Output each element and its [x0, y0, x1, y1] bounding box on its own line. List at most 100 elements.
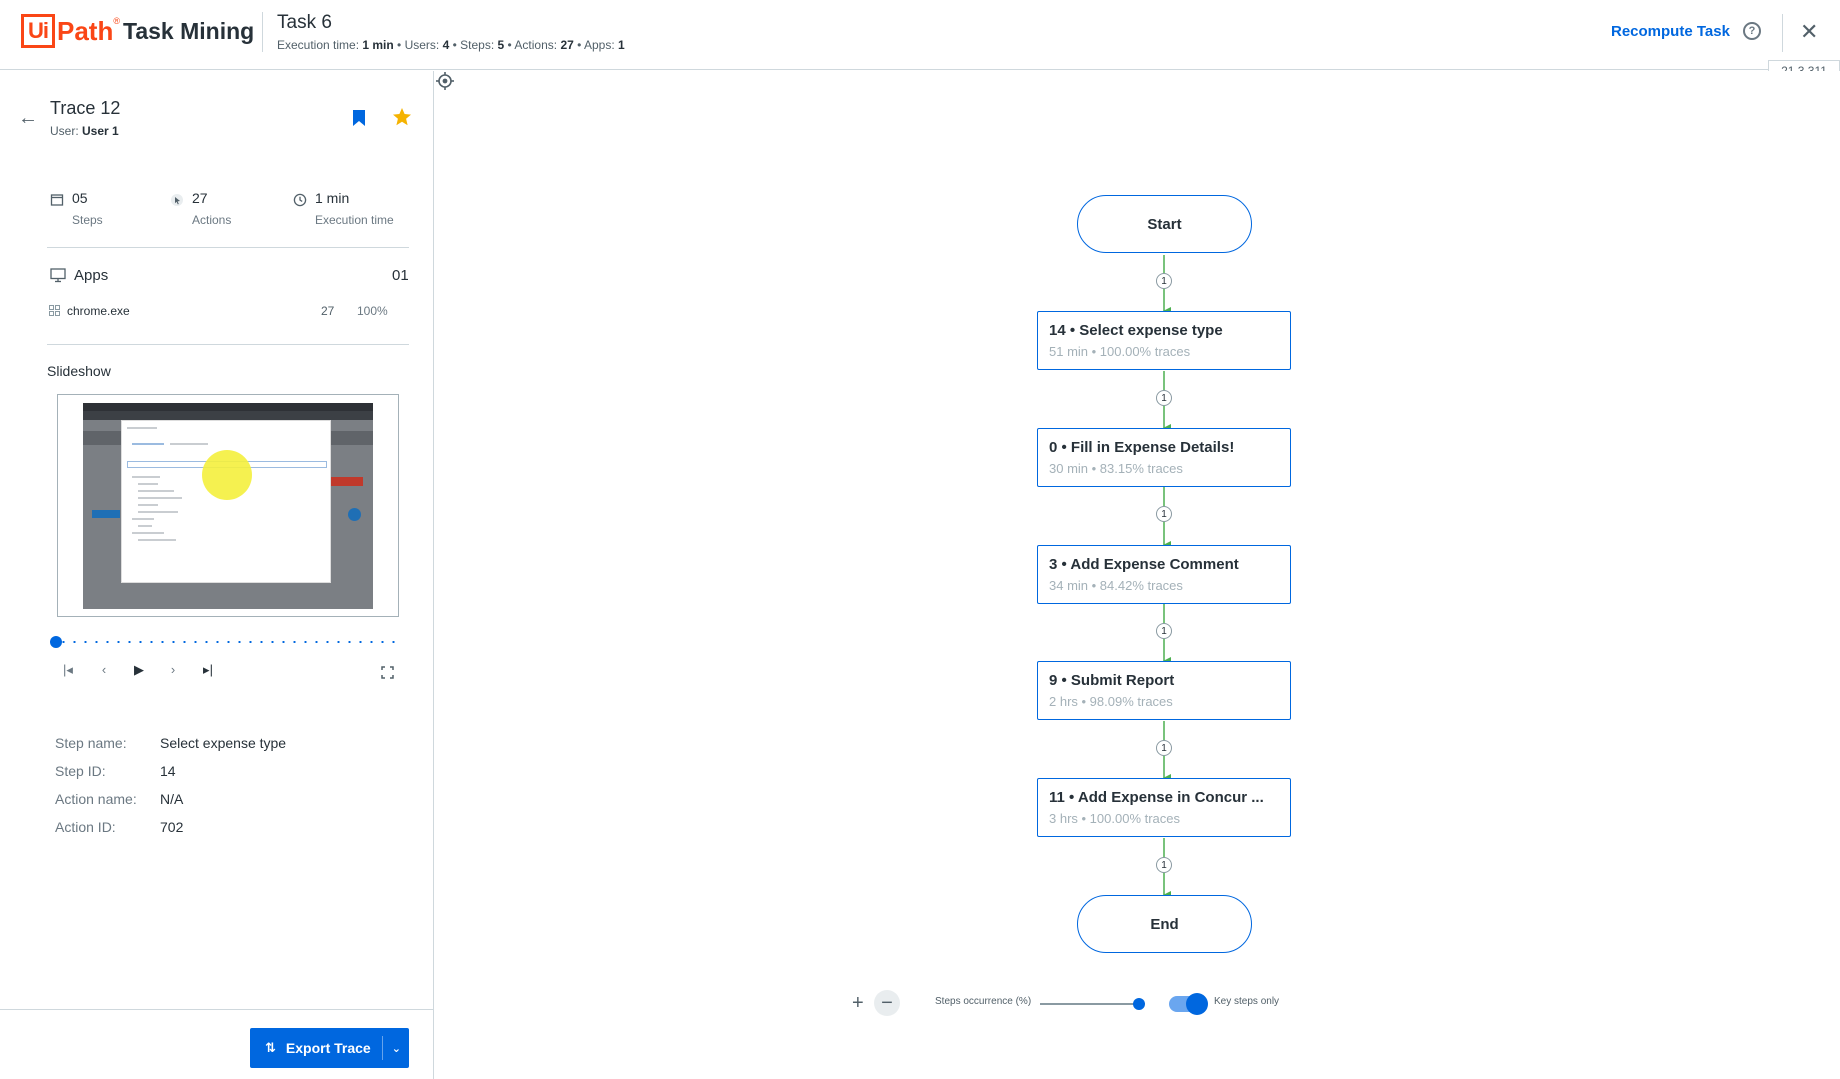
key-steps-toggle[interactable] [1169, 993, 1208, 1015]
shot-urlbar [83, 411, 373, 420]
detail-value: 702 [160, 819, 184, 835]
detail-key: Step name: [55, 735, 127, 751]
end-node[interactable]: End [1077, 895, 1252, 953]
meta-steps-label: • Steps: [449, 38, 498, 52]
step-node-title: 11 • Add Expense in Concur ... [1049, 789, 1264, 806]
detail-value: Select expense type [160, 735, 287, 751]
monitor-icon [50, 268, 66, 283]
step-node-subtitle: 2 hrs • 98.09% traces [1049, 694, 1173, 709]
shot-line [132, 443, 164, 445]
detail-key: Step ID: [55, 763, 106, 779]
shot-dialog [121, 420, 331, 583]
step-node-title: 3 • Add Expense Comment [1049, 556, 1239, 573]
export-trace-button[interactable]: ⇅ Export Trace ⌄ [250, 1028, 409, 1068]
toggle-knob [1186, 993, 1208, 1015]
last-slide-icon[interactable]: ▸| [198, 662, 218, 678]
shot-red-button [330, 477, 363, 486]
shot-line [132, 518, 154, 520]
shot-line [127, 427, 157, 429]
slideshow-scrubber[interactable] [50, 636, 406, 648]
window-icon [50, 194, 64, 206]
zoom-in-button[interactable]: + [852, 992, 864, 1015]
task-title: Task 6 [277, 12, 332, 33]
detail-key: Action name: [55, 791, 137, 807]
click-highlight [202, 450, 252, 500]
scrubber-handle[interactable] [50, 636, 62, 648]
shot-line [138, 504, 158, 506]
star-icon[interactable] [392, 107, 412, 127]
logo-ui-box: Ui [21, 14, 55, 48]
slideshow-screenshot [83, 403, 373, 609]
app-header: Ui Path ® Task Mining Task 6 Execution t… [0, 0, 1840, 70]
bookmark-icon[interactable] [352, 109, 366, 127]
app-count: 27 [321, 304, 335, 318]
shot-blue-button [92, 510, 120, 518]
step-node-subtitle: 3 hrs • 100.00% traces [1049, 811, 1181, 826]
edge-count-label: 1 [1156, 857, 1172, 873]
close-icon[interactable]: ✕ [1800, 20, 1818, 44]
step-node-title: 9 • Submit Report [1049, 672, 1175, 689]
app-row: chrome.exe 27 100% [49, 304, 399, 320]
process-flow-canvas[interactable]: Start 14 • Select expense type 51 min • … [435, 71, 1840, 1079]
step-node-subtitle: 51 min • 100.00% traces [1049, 344, 1191, 359]
next-slide-icon[interactable]: › [163, 662, 183, 677]
app-percent: 100% [357, 304, 388, 318]
steps-occurrence-slider[interactable] [1040, 1003, 1137, 1005]
stat-actions-label: Actions [192, 213, 232, 227]
recompute-task-button[interactable]: Recompute Task [1611, 23, 1730, 40]
uipath-logo[interactable]: Ui Path ® Task Mining [21, 14, 254, 48]
scrubber-dots [58, 641, 403, 643]
step-node-title: 0 • Fill in Expense Details! [1049, 439, 1235, 456]
trace-user-label: User: [50, 124, 83, 138]
slideshow-frame[interactable] [57, 394, 399, 617]
step-node-subtitle: 30 min • 83.15% traces [1049, 461, 1183, 476]
shot-line [138, 490, 174, 492]
step-node[interactable]: 14 • Select expense type 51 min • 100.00… [1037, 311, 1291, 370]
shot-line [138, 525, 152, 527]
edge-count-label: 1 [1156, 506, 1172, 522]
stat-steps-value: 05 [72, 190, 88, 206]
header-divider [262, 12, 263, 52]
footer-divider [0, 1009, 434, 1010]
step-node[interactable]: 3 • Add Expense Comment 34 min • 84.42% … [1037, 545, 1291, 604]
shot-titlebar [83, 403, 373, 411]
start-node[interactable]: Start [1077, 195, 1252, 253]
edge-count-label: 1 [1156, 390, 1172, 406]
meta-apps-value: 1 [618, 38, 625, 52]
play-icon[interactable]: ▶ [129, 662, 149, 678]
step-node[interactable]: 0 • Fill in Expense Details! 30 min • 83… [1037, 428, 1291, 487]
recenter-icon[interactable] [435, 71, 455, 91]
meta-exec-value: 1 min [362, 38, 394, 52]
app-grid-icon [49, 305, 60, 316]
chevron-down-icon[interactable]: ⌄ [392, 1042, 401, 1055]
back-arrow-icon[interactable]: ← [18, 107, 38, 130]
export-icon: ⇅ [265, 1040, 276, 1055]
detail-value: 14 [160, 763, 176, 779]
steps-occurrence-label: Steps occurrence (%) [935, 996, 1032, 1007]
stat-actions-value: 27 [192, 190, 208, 206]
logo-registered-mark: ® [113, 16, 120, 26]
key-steps-label: Key steps only [1214, 996, 1280, 1007]
shot-line [138, 511, 178, 513]
fullscreen-icon[interactable] [381, 666, 394, 679]
help-icon[interactable]: ? [1743, 22, 1761, 40]
first-slide-icon[interactable]: |◂ [58, 662, 78, 678]
trace-title: Trace 12 [50, 98, 121, 118]
step-node[interactable]: 9 • Submit Report 2 hrs • 98.09% traces [1037, 661, 1291, 720]
step-node[interactable]: 11 • Add Expense in Concur ... 3 hrs • 1… [1037, 778, 1291, 837]
click-icon [171, 194, 183, 206]
apps-count: 01 [392, 267, 409, 284]
header-divider-right [1782, 14, 1783, 52]
edge-count-label: 1 [1156, 623, 1172, 639]
meta-exec-label: Execution time: [277, 38, 363, 52]
shot-fab [348, 508, 361, 521]
steps-occurrence-handle[interactable] [1133, 998, 1145, 1010]
export-trace-label: Export Trace [285, 1040, 371, 1056]
stat-steps-label: Steps [72, 213, 103, 227]
trace-user: User: User 1 [50, 124, 119, 138]
shot-line [138, 497, 182, 499]
shot-line [170, 443, 208, 445]
trace-panel: ← Trace 12 User: User 1 05 Steps 27 Acti… [0, 71, 434, 1079]
zoom-out-button[interactable]: − [874, 990, 900, 1016]
prev-slide-icon[interactable]: ‹ [94, 662, 114, 677]
